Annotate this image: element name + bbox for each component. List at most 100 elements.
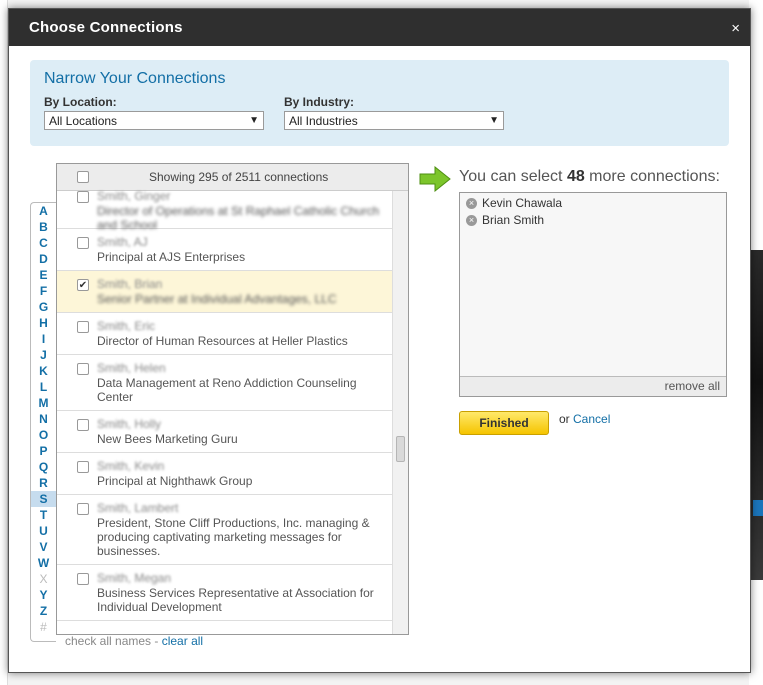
alphabet-letter[interactable]: K bbox=[31, 363, 56, 379]
alphabet-letter[interactable]: O bbox=[31, 427, 56, 443]
alphabet-letter[interactable]: B bbox=[31, 219, 56, 235]
connection-title: Principal at Nighthawk Group bbox=[97, 474, 253, 488]
alphabet-letter[interactable]: C bbox=[31, 235, 56, 251]
remove-all-link[interactable]: remove all bbox=[460, 376, 726, 396]
alphabet-letter[interactable]: R bbox=[31, 475, 56, 491]
cancel-link[interactable]: Cancel bbox=[573, 412, 610, 426]
connection-row[interactable]: Smith, Ginger Director of Operations at S… bbox=[57, 183, 392, 232]
dropdown-arrow-icon: ▼ bbox=[489, 115, 499, 126]
alphabet-letter: X bbox=[39, 572, 48, 586]
industry-select[interactable]: All Industries ▼ bbox=[284, 111, 504, 130]
alphabet-letter: # bbox=[40, 620, 47, 634]
alphabet-letter[interactable]: U bbox=[31, 523, 56, 539]
industry-label: By Industry: bbox=[284, 95, 355, 109]
connection-row[interactable]: Smith, AJ Principal at AJS Enterprises bbox=[57, 229, 392, 271]
connection-checkbox[interactable] bbox=[77, 237, 89, 249]
or-cancel: or Cancel bbox=[559, 412, 610, 426]
alphabet-letter[interactable]: F bbox=[31, 283, 56, 299]
connections-list: Showing 295 of 2511 connections Smith, G… bbox=[56, 163, 409, 635]
dialog-header: Choose Connections bbox=[9, 9, 750, 46]
connection-row[interactable]: Smith, Kevin Principal at Nighthawk Group bbox=[57, 453, 392, 495]
connection-name: Smith, Helen bbox=[97, 361, 166, 375]
clear-all-link[interactable]: clear all bbox=[162, 634, 203, 648]
connection-name: Smith, Kevin bbox=[97, 459, 165, 473]
connection-title: Director of Operations at St Raphael Cat… bbox=[97, 204, 380, 232]
connection-checkbox[interactable] bbox=[77, 503, 89, 515]
connection-row[interactable]: ✔ Smith, Brian Senior Partner at Individua… bbox=[57, 271, 392, 313]
connection-checkbox[interactable] bbox=[77, 363, 89, 375]
alphabet-letter[interactable]: P bbox=[31, 443, 56, 459]
alphabet-letter[interactable]: E bbox=[31, 267, 56, 283]
remove-icon[interactable]: × bbox=[466, 197, 477, 209]
connection-name: Smith, Megan bbox=[97, 571, 172, 585]
industry-value: All Industries bbox=[289, 113, 358, 128]
connection-row[interactable]: Smith, Lambert President, Stone Cliff Pro… bbox=[57, 495, 392, 565]
finished-button[interactable]: Finished bbox=[459, 411, 549, 435]
connection-title: Senior Partner at Individual Advantages,… bbox=[97, 292, 337, 306]
connection-row[interactable]: Smith, Holly New Bees Marketing Guru bbox=[57, 411, 392, 453]
alphabet-letter[interactable]: Q bbox=[31, 459, 56, 475]
location-value: All Locations bbox=[49, 113, 118, 128]
connection-checkbox[interactable]: ✔ bbox=[77, 279, 89, 291]
narrow-title: Narrow Your Connections bbox=[44, 70, 226, 87]
close-icon[interactable]: × bbox=[731, 20, 740, 37]
scrollbar-thumb[interactable] bbox=[396, 436, 405, 462]
background-right-strip bbox=[749, 0, 763, 685]
selected-connection: × Brian Smith bbox=[460, 210, 726, 227]
background-left-strip bbox=[0, 0, 8, 685]
connection-name: Smith, AJ bbox=[97, 235, 148, 249]
alphabet-letter[interactable]: M bbox=[31, 395, 56, 411]
alphabet-letter[interactable]: N bbox=[31, 411, 56, 427]
select-all-checkbox[interactable] bbox=[77, 171, 89, 183]
location-select[interactable]: All Locations ▼ bbox=[44, 111, 264, 130]
check-all-names-link[interactable]: check all names bbox=[65, 634, 151, 648]
selected-connection-name: Brian Smith bbox=[482, 213, 545, 227]
connection-title: Director of Human Resources at Heller Pl… bbox=[97, 334, 348, 348]
alphabet-letter[interactable]: H bbox=[31, 315, 56, 331]
checkmark-icon: ✔ bbox=[78, 279, 88, 291]
alphabet-letter[interactable]: S bbox=[31, 491, 56, 507]
connection-name: Smith, Holly bbox=[97, 417, 162, 431]
connection-name: Smith, Ginger bbox=[97, 189, 171, 203]
location-filter: By Location: All Locations ▼ bbox=[44, 95, 264, 130]
connection-title: President, Stone Cliff Productions, Inc.… bbox=[97, 516, 370, 558]
alphabet-letter[interactable]: A bbox=[31, 203, 56, 219]
connection-row[interactable]: Smith, Helen Data Management at Reno Addi… bbox=[57, 355, 392, 411]
select-limit-count: 48 bbox=[566, 168, 585, 185]
check-all-links: check all names - clear all bbox=[65, 634, 203, 648]
connection-title: Business Services Representative at Asso… bbox=[97, 586, 374, 614]
connection-name: Smith, Lambert bbox=[97, 501, 179, 515]
list-scrollbar[interactable] bbox=[392, 191, 408, 634]
alphabet-letter[interactable]: Z bbox=[31, 603, 56, 619]
alphabet-letter[interactable]: I bbox=[31, 331, 56, 347]
remove-icon[interactable]: × bbox=[466, 214, 477, 226]
alphabet-letter[interactable]: Y bbox=[31, 587, 56, 603]
selected-connection: × Kevin Chawala bbox=[460, 193, 726, 210]
alphabet-letter[interactable]: T bbox=[31, 507, 56, 523]
location-label: By Location: bbox=[44, 95, 117, 109]
select-limit-prefix: You can select bbox=[459, 168, 567, 185]
connection-title: New Bees Marketing Guru bbox=[97, 432, 238, 446]
alphabet-letter[interactable]: W bbox=[31, 555, 56, 571]
connection-checkbox[interactable] bbox=[77, 191, 89, 203]
connection-checkbox[interactable] bbox=[77, 573, 89, 585]
connection-checkbox[interactable] bbox=[77, 419, 89, 431]
alphabet-letter[interactable]: J bbox=[31, 347, 56, 363]
dialog-title: Choose Connections bbox=[29, 19, 183, 36]
alphabet-letter[interactable]: V bbox=[31, 539, 56, 555]
or-label: or bbox=[559, 412, 574, 426]
connection-row[interactable]: Smith, Eric Director of Human Resources a… bbox=[57, 313, 392, 355]
selected-items: × Kevin Chawala × Brian Smith bbox=[460, 193, 726, 227]
alphabet-letter[interactable]: G bbox=[31, 299, 56, 315]
connection-title: Principal at AJS Enterprises bbox=[97, 250, 246, 264]
alphabet-letter[interactable]: L bbox=[31, 379, 56, 395]
background-accent bbox=[753, 500, 763, 516]
green-arrow-icon bbox=[419, 166, 451, 192]
connection-checkbox[interactable] bbox=[77, 321, 89, 333]
alphabet-letter[interactable]: D bbox=[31, 251, 56, 267]
connection-checkbox[interactable] bbox=[77, 461, 89, 473]
connection-name: Smith, Eric bbox=[97, 319, 156, 333]
background-image bbox=[749, 250, 763, 580]
connection-row[interactable]: Smith, Megan Business Services Representa… bbox=[57, 565, 392, 621]
connection-name: Smith, Brian bbox=[97, 277, 163, 291]
